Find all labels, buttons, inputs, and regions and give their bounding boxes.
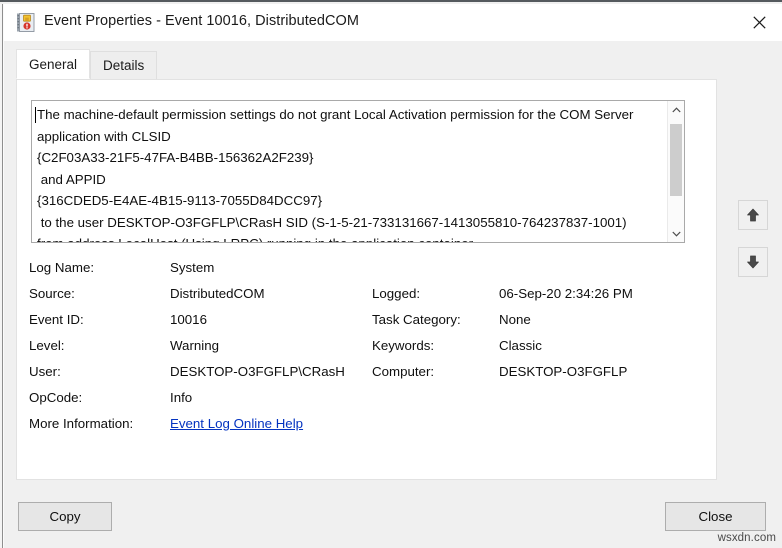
- event-description-box[interactable]: The machine-default permission settings …: [31, 100, 685, 243]
- previous-event-arrow-up-button[interactable]: [738, 200, 768, 230]
- field-log-name: Log Name: System: [29, 260, 369, 285]
- watermark: wsxdn.com: [717, 532, 776, 544]
- field-more-information-label: More Information:: [29, 416, 134, 431]
- field-source-value: DistributedCOM: [170, 286, 265, 301]
- field-opcode: OpCode: Info: [29, 390, 369, 415]
- tab-details-label: Details: [103, 58, 145, 73]
- tab-general[interactable]: General: [16, 49, 91, 79]
- field-source-label: Source:: [29, 286, 75, 301]
- field-logged-value: 06-Sep-20 2:34:26 PM: [499, 286, 633, 301]
- field-keywords-value: Classic: [499, 338, 542, 353]
- text-caret: [35, 107, 36, 123]
- general-tab-panel: The machine-default permission settings …: [16, 79, 717, 480]
- field-source: Source: DistributedCOM: [29, 286, 369, 311]
- event-log-book-icon: [15, 12, 36, 33]
- field-opcode-value: Info: [170, 390, 193, 405]
- field-opcode-label: OpCode:: [29, 390, 83, 405]
- field-logged-label: Logged:: [372, 286, 421, 301]
- field-more-information: More Information: Event Log Online Help: [29, 416, 369, 441]
- field-log-name-value: System: [170, 260, 215, 275]
- field-computer-value: DESKTOP-O3FGFLP: [499, 364, 628, 379]
- field-level-label: Level:: [29, 338, 65, 353]
- field-computer: Computer: DESKTOP-O3FGFLP: [372, 364, 702, 389]
- tab-strip: General Details: [16, 49, 158, 79]
- field-task-category-value: None: [499, 312, 531, 327]
- tab-general-label: General: [29, 57, 78, 72]
- background-window-edge: [0, 4, 4, 548]
- field-logged: Logged: 06-Sep-20 2:34:26 PM: [372, 286, 702, 311]
- copy-button-label: Copy: [49, 509, 81, 524]
- close-icon[interactable]: [736, 4, 782, 41]
- field-level-value: Warning: [170, 338, 220, 353]
- event-description-text: The machine-default permission settings …: [37, 107, 634, 242]
- description-scrollbar[interactable]: [667, 101, 684, 242]
- tab-details[interactable]: Details: [90, 51, 158, 79]
- field-event-id-label: Event ID:: [29, 312, 84, 327]
- scroll-down-chevron-icon[interactable]: [668, 225, 684, 242]
- field-user-value: DESKTOP-O3FGFLP\CRasH: [170, 364, 345, 379]
- field-event-id-value: 10016: [170, 312, 207, 327]
- close-button[interactable]: Close: [665, 502, 766, 531]
- field-task-category: Task Category: None: [372, 312, 702, 337]
- scrollbar-thumb[interactable]: [670, 124, 682, 196]
- event-log-online-help-link[interactable]: Event Log Online Help: [170, 416, 303, 431]
- field-user: User: DESKTOP-O3FGFLP\CRasH: [29, 364, 369, 389]
- copy-button[interactable]: Copy: [18, 502, 112, 531]
- field-event-id: Event ID: 10016: [29, 312, 369, 337]
- window-title: Event Properties - Event 10016, Distribu…: [44, 13, 359, 29]
- field-computer-label: Computer:: [372, 364, 435, 379]
- close-button-label: Close: [698, 509, 733, 524]
- field-keywords-label: Keywords:: [372, 338, 435, 353]
- field-user-label: User:: [29, 364, 61, 379]
- scroll-up-chevron-icon[interactable]: [668, 101, 684, 118]
- title-bar: Event Properties - Event 10016, Distribu…: [4, 4, 782, 41]
- field-log-name-label: Log Name:: [29, 260, 95, 275]
- field-task-category-label: Task Category:: [372, 312, 461, 327]
- next-event-arrow-down-button[interactable]: [738, 247, 768, 277]
- event-properties-dialog: Event Properties - Event 10016, Distribu…: [0, 0, 782, 548]
- field-keywords: Keywords: Classic: [372, 338, 702, 363]
- field-level: Level: Warning: [29, 338, 369, 363]
